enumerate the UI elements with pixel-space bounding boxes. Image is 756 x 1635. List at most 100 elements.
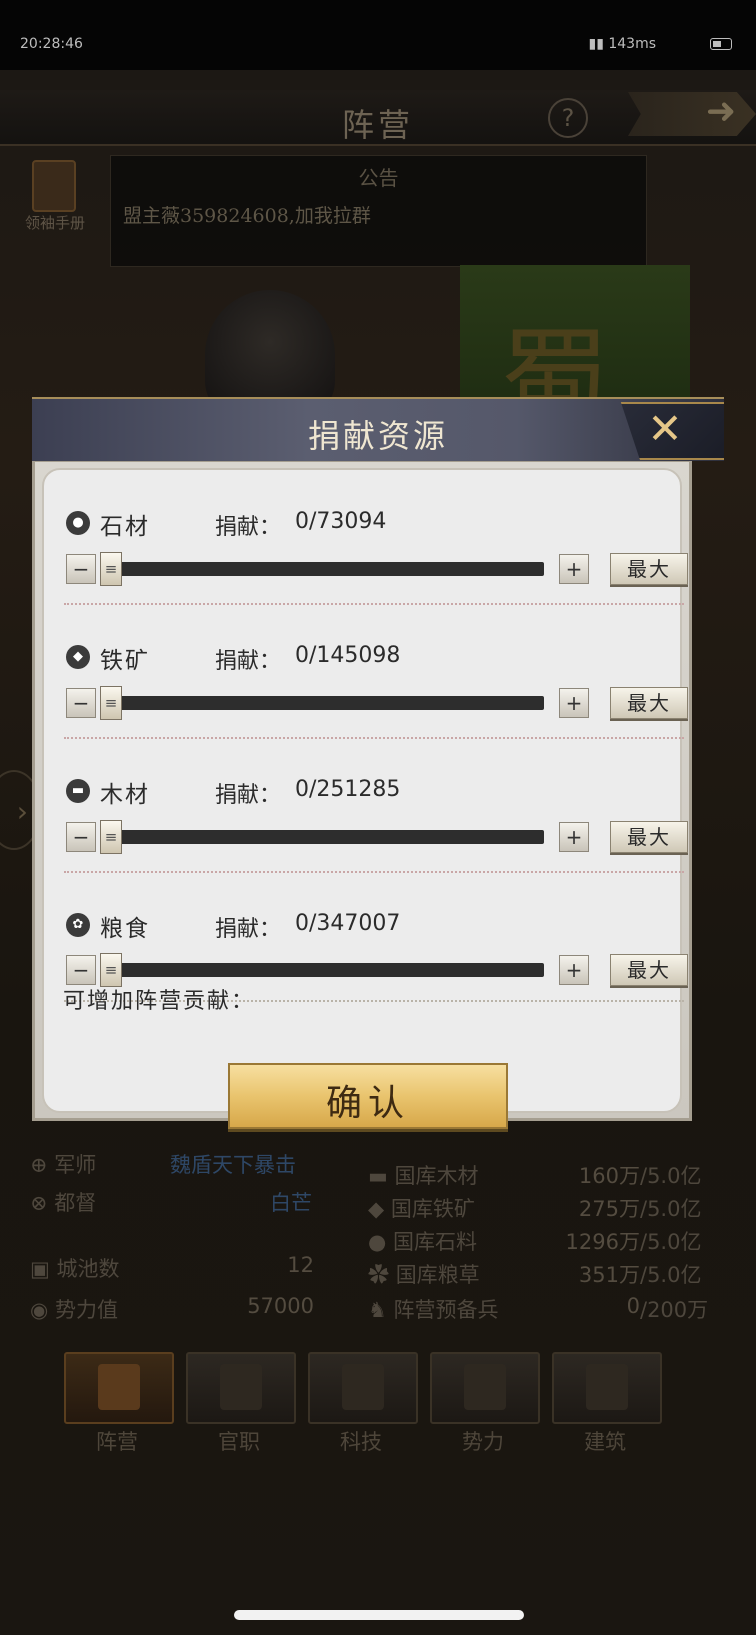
status-bar: 20:28:46 ▮▮ 143ms [0,0,756,70]
treasury-grain-current: 351万 [578,1263,640,1287]
banner-icon [98,1364,140,1410]
reserve-troops-label: ♞ 阵营预备兵 [368,1298,499,1322]
divider [64,737,684,739]
chevron-right-icon: › [16,795,28,828]
dialog-title: 捐献资源 [307,417,448,455]
clock: 20:28:46 [20,36,83,52]
cross-icon: ⊗ [30,1191,55,1215]
donate-label-grain: 捐献： [215,917,282,942]
donate-label-stone: 捐献： [215,515,282,540]
increase-grain-button[interactable]: + [559,955,589,985]
battery-icon [710,38,732,50]
official-name-commander[interactable]: 白芒 [270,1187,312,1217]
power-icon: ◉ [30,1298,55,1322]
increase-wood-button[interactable]: + [559,822,589,852]
increase-stone-button[interactable]: + [559,554,589,584]
network-latency: ▮▮ 143ms [588,36,656,52]
nav-camp-label: 阵营 [96,1430,138,1454]
official-role-strategist: ⊕ 军师 [30,1153,97,1177]
iron-ore-icon: ◆ [66,645,90,669]
treasury-iron-max: /5.0亿 [640,1197,702,1221]
building-icon [586,1364,628,1410]
decrease-grain-button[interactable]: − [66,955,96,985]
nav-tech-label: 科技 [340,1430,382,1454]
nav-power-label: 势力 [462,1430,504,1454]
city-count-value: 12 [287,1253,314,1277]
book-icon [32,160,76,212]
decrease-wood-button[interactable]: − [66,822,96,852]
donate-value-grain: 0/347007 [295,911,401,936]
wood-slider-track[interactable] [100,830,544,844]
wood-icon: ▬ [66,779,90,803]
nav-power[interactable] [430,1352,540,1424]
iron-ore-icon: ◆ [368,1197,391,1221]
scroll-icon [342,1364,384,1410]
nav-building[interactable] [552,1352,662,1424]
treasury-stone-label: ● 国库石料 [368,1230,477,1254]
decrease-stone-button[interactable]: − [66,554,96,584]
treasury-grain-label: ✿ 国库粮草 [368,1263,480,1287]
grain-slider-handle[interactable]: ≡ [100,953,122,987]
max-stone-button[interactable]: 最大 [610,553,688,585]
grain-slider-track[interactable] [100,963,544,977]
resource-name-wood: 木材 [100,782,150,808]
iron-slider-handle[interactable]: ≡ [100,686,122,720]
wood-icon: ▬ [368,1164,395,1188]
confirm-button[interactable]: 确认 [228,1063,508,1129]
wood-slider-handle[interactable]: ≡ [100,820,122,854]
stone-icon: ● [66,511,90,535]
stone-slider-track[interactable] [100,562,544,576]
seal-icon [220,1364,262,1410]
donate-value-stone: 0/73094 [295,509,387,534]
stone-slider-handle[interactable]: ≡ [100,552,122,586]
power-value: 57000 [247,1294,314,1318]
donate-dialog-header: 捐献资源 [32,397,724,461]
contribution-label: 可增加阵营贡献： [63,989,256,1014]
notice-title: 公告 [358,166,399,190]
official-name-strategist[interactable]: 魏盾天下暴击 [170,1149,296,1179]
treasury-wood-label: ▬ 国库木材 [368,1164,479,1188]
back-arrow-icon[interactable]: ➜ [628,92,756,136]
soldier-icon: ♞ [368,1298,394,1322]
signal-icon: ▮▮ [588,36,609,52]
increase-iron-button[interactable]: + [559,688,589,718]
nav-office-label: 官职 [218,1430,260,1454]
resource-name-iron: 铁矿 [100,648,150,674]
treasury-iron-current: 275万 [578,1197,640,1221]
iron-slider-track[interactable] [100,696,544,710]
home-indicator[interactable] [234,1610,524,1620]
notice-board: 公告 盟主薇359824608,加我拉群 [110,155,647,267]
leader-manual-button[interactable]: 领袖手册 [10,160,95,235]
manual-label: 领袖手册 [24,214,85,232]
treasury-stone-max: /5.0亿 [640,1230,702,1254]
grain-icon: ✿ [66,913,90,937]
close-icon[interactable]: ✕ [640,404,690,454]
grain-icon: ✿ [368,1263,396,1287]
max-grain-button[interactable]: 最大 [610,954,688,986]
reserve-troops-max: /200万 [640,1298,709,1322]
nav-office[interactable] [186,1352,296,1424]
help-icon[interactable]: ? [548,98,588,138]
treasury-wood-max: /5.0亿 [640,1164,702,1188]
donate-label-iron: 捐献： [215,649,282,674]
treasury-stone-current: 1296万 [565,1230,640,1254]
decrease-iron-button[interactable]: − [66,688,96,718]
official-role-commander: ⊗ 都督 [30,1191,97,1215]
max-wood-button[interactable]: 最大 [610,821,688,853]
notice-text: 盟主薇359824608,加我拉群 [123,205,371,227]
donate-value-iron: 0/145098 [295,643,401,668]
treasury-grain-max: /5.0亿 [640,1263,702,1287]
city-icon: ▣ [30,1257,57,1281]
divider [64,603,684,605]
donate-value-wood: 0/251285 [295,777,401,802]
resource-name-grain: 粮食 [100,916,150,942]
reserve-troops-current: 0 [626,1294,640,1318]
max-iron-button[interactable]: 最大 [610,687,688,719]
stone-icon: ● [368,1230,393,1254]
star-icon: ⊕ [30,1153,55,1177]
confirm-label: 确认 [325,1083,410,1124]
weapons-icon [464,1364,506,1410]
nav-camp[interactable] [64,1352,174,1424]
nav-tech[interactable] [308,1352,418,1424]
treasury-iron-label: ◆ 国库铁矿 [368,1197,475,1221]
